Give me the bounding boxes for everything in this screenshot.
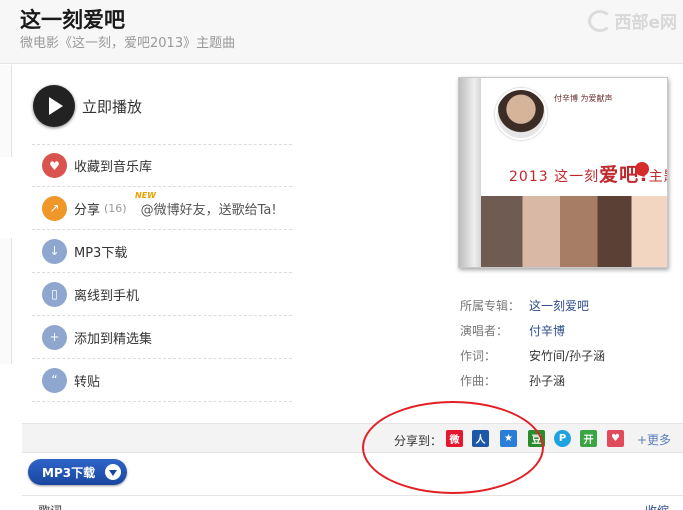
action-label: 添加到精选集: [74, 331, 153, 347]
share-item[interactable]: ↗ 分享 (16) NEW @微博好友，送歌给Ta!: [32, 187, 292, 230]
collect-to-library-item[interactable]: ♥ 收藏到音乐库: [32, 144, 292, 187]
action-label: MP3下载: [74, 245, 128, 261]
mp3-download-label: MP3下载: [42, 465, 96, 480]
singer-link[interactable]: 付辛博: [529, 322, 565, 339]
page-title: 这一刻爱吧: [20, 8, 125, 32]
repost-item[interactable]: “ 转贴: [32, 359, 292, 402]
play-button[interactable]: [33, 85, 75, 127]
action-label: 离线到手机: [74, 288, 140, 304]
meta-row-singer: 演唱者： 付辛博: [460, 318, 605, 343]
action-list: ♥ 收藏到音乐库 ↗ 分享 (16) NEW @微博好友，送歌给Ta! ↓ MP…: [32, 144, 292, 402]
renren-icon[interactable]: 人: [472, 430, 489, 447]
qq-weibo-icon[interactable]: P: [554, 430, 571, 447]
heart-icon: ♥: [42, 153, 67, 178]
weibo-share-hint[interactable]: @微博好友，送歌给Ta!: [141, 199, 277, 218]
more-share-link[interactable]: +更多: [637, 431, 671, 448]
song-page: 这一刻爱吧 微电影《这一刻，爱吧2013》主题曲 西部e网 立即播放 ♥ 收藏到…: [0, 0, 683, 510]
album-link[interactable]: 这一刻爱吧: [529, 297, 589, 314]
share-icon: ↗: [42, 195, 67, 221]
meta-key: 所属专辑：: [460, 299, 521, 313]
cover-artist-note: 付辛博 为爱献声: [554, 94, 613, 103]
song-meta: 所属专辑： 这一刻爱吧 演唱者： 付辛博 作词： 安竹间/孙子涵 作曲： 孙子涵: [460, 293, 605, 393]
download-icon: ↓: [42, 238, 67, 264]
phone-icon: ▯: [42, 281, 67, 307]
lyrics-label: 歌词: [38, 502, 62, 510]
kaixin-icon[interactable]: 开: [580, 430, 597, 447]
add-to-collection-item[interactable]: + 添加到精选集: [32, 316, 292, 359]
watermark-text: 西部e网: [614, 13, 677, 33]
play-label[interactable]: 立即播放: [82, 96, 142, 117]
offline-to-phone-item[interactable]: ▯ 离线到手机: [32, 273, 292, 316]
new-badge: NEW: [135, 191, 156, 200]
cover-cast-photo: [481, 196, 667, 267]
action-label: 分享: [74, 202, 101, 218]
cd-case-spine: [459, 78, 481, 267]
left-edge-strip: [0, 65, 12, 157]
weibo-icon[interactable]: 微: [446, 430, 463, 447]
quote-icon: “: [42, 367, 67, 393]
artist-portrait: [495, 88, 547, 140]
action-label: 收藏到音乐库: [74, 160, 153, 175]
watermark-e-icon: [588, 9, 613, 32]
heart-share-icon[interactable]: ♥: [607, 430, 624, 447]
action-label: 转贴: [74, 374, 101, 390]
watermark-logo: 西部e网: [588, 8, 677, 33]
meta-key: 演唱者：: [460, 324, 509, 338]
lyrics-header: 歌词 收缩: [22, 495, 683, 510]
meta-row-album: 所属专辑： 这一刻爱吧: [460, 293, 605, 318]
cover-text-pre: 2013 这一刻: [509, 169, 600, 185]
download-arrow-icon: [105, 464, 121, 480]
lyricist-value: 安竹间/孙子涵: [529, 349, 606, 363]
cover-text-post: 主题曲: [648, 169, 667, 185]
meta-key: 作曲：: [460, 374, 497, 388]
plus-icon: +: [42, 324, 67, 350]
douban-icon[interactable]: 豆: [528, 430, 545, 447]
mp3-download-item[interactable]: ↓ MP3下载: [32, 230, 292, 273]
qzone-icon[interactable]: ★: [500, 430, 517, 447]
page-subtitle: 微电影《这一刻，爱吧2013》主题曲: [20, 36, 236, 51]
share-bar: 分享到： 微 人 ★ 豆 P 开 ♥ +更多: [22, 423, 683, 453]
meta-row-composer: 作曲： 孙子涵: [460, 368, 605, 393]
cover-play-icon: [635, 162, 649, 176]
share-to-label: 分享到：: [394, 434, 443, 448]
composer-value: 孙子涵: [529, 374, 566, 388]
meta-row-lyricist: 作词： 安竹间/孙子涵: [460, 343, 605, 368]
meta-key: 作词：: [460, 349, 497, 363]
mp3-download-button[interactable]: MP3下载: [28, 459, 127, 485]
share-count: (16): [104, 201, 127, 215]
album-cover[interactable]: 付辛博 为爱献声 2013 这一刻爱吧!主题曲: [458, 77, 668, 268]
page-header: 这一刻爱吧 微电影《这一刻，爱吧2013》主题曲 西部e网: [0, 0, 683, 64]
left-edge-strip: [0, 238, 12, 364]
collapse-link[interactable]: 收缩: [645, 502, 669, 510]
